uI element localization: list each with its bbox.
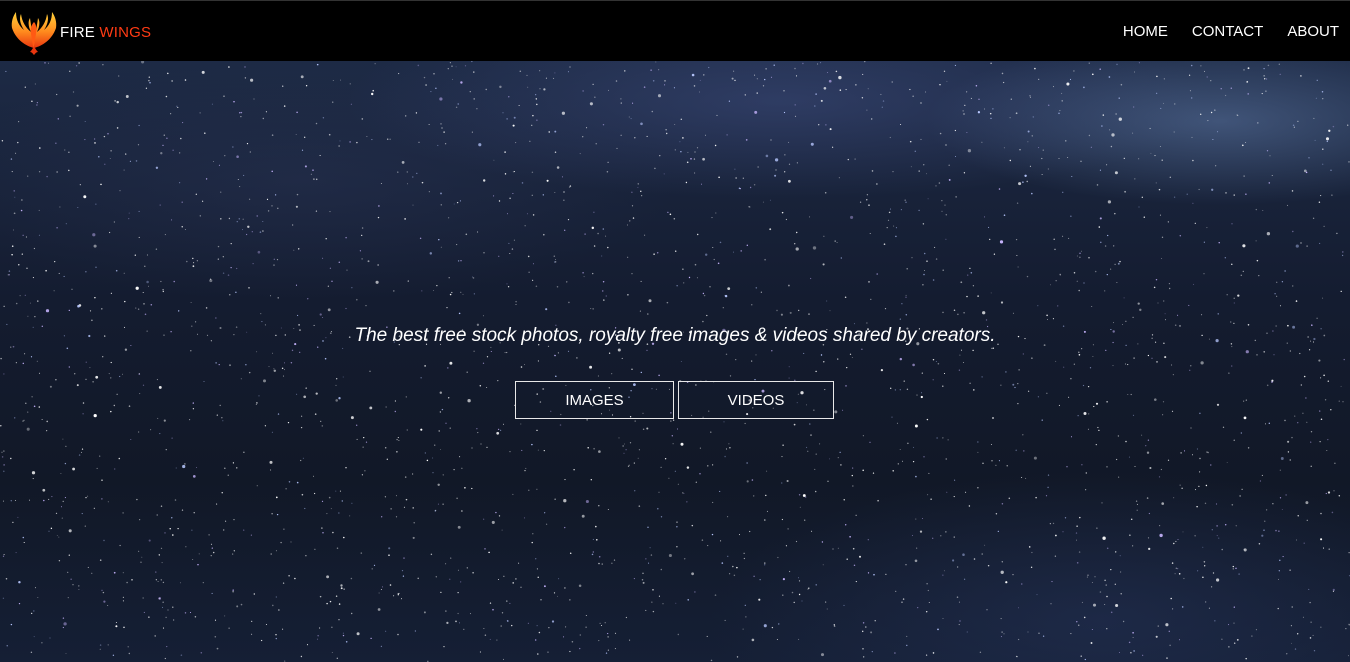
hero-tagline: The best free stock photos, royalty free… [354,325,996,346]
page: FIRE WINGS HOME CONTACT ABOUT The best f… [0,0,1350,662]
images-button[interactable]: IMAGES [515,381,674,419]
nav-link-home[interactable]: HOME [1123,24,1168,39]
navbar: FIRE WINGS HOME CONTACT ABOUT [0,0,1350,61]
nav-links: HOME CONTACT ABOUT [1099,1,1339,62]
brand-name-wings: WINGS [99,23,152,41]
brand-logo-link[interactable]: FIRE WINGS [8,8,151,56]
phoenix-wings-icon [11,12,57,55]
nav-link-about[interactable]: ABOUT [1287,24,1339,39]
brand-name: FIRE WINGS [60,25,151,40]
hero-section [0,61,1350,662]
brand-name-fire: FIRE [60,23,95,41]
videos-button[interactable]: VIDEOS [678,381,834,419]
nav-link-contact[interactable]: CONTACT [1192,24,1263,39]
starry-sky-background [0,61,1350,662]
hero-buttons: IMAGES VIDEOS [515,381,834,419]
